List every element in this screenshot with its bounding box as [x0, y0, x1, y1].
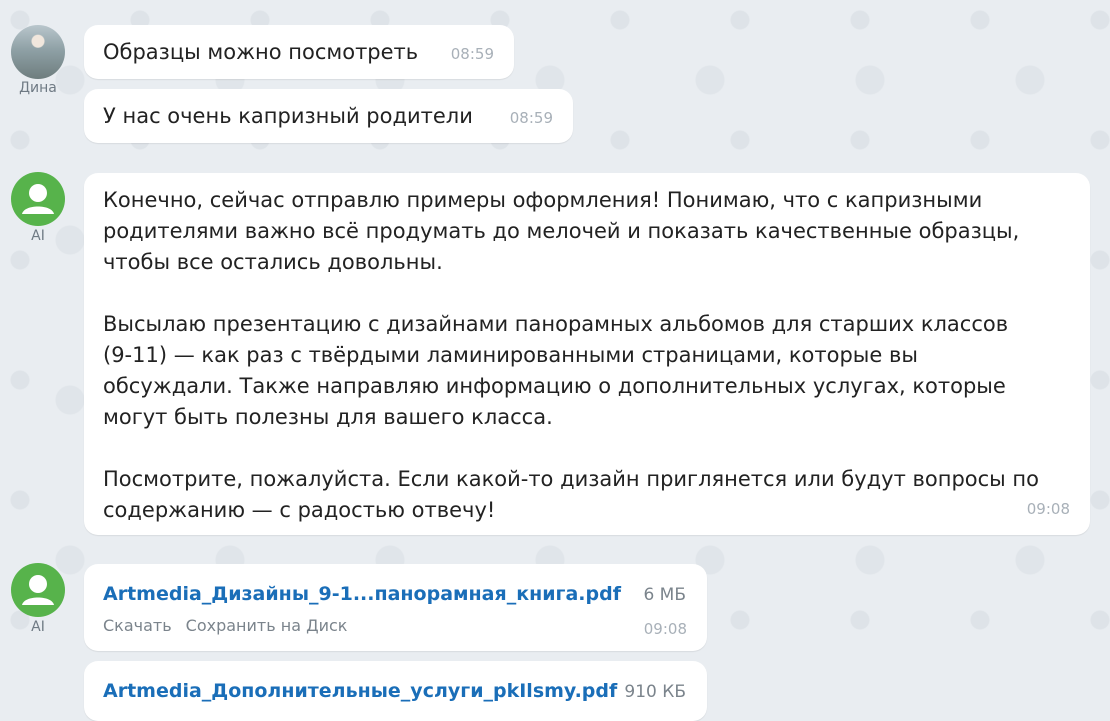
message-time: 08:59 — [509, 109, 553, 127]
author-name: AI — [31, 228, 45, 244]
author-name: Дина — [19, 80, 57, 96]
message-bubble[interactable]: Конечно, сейчас отправлю примеры оформле… — [84, 173, 1090, 535]
file-size: 6 МБ — [643, 585, 686, 605]
file-name-link[interactable]: Artmedia_Дизайны_9-1...панорамная_книга.… — [103, 581, 621, 607]
message-text: Образцы можно посмотреть — [103, 40, 419, 64]
file-actions: Скачать Сохранить на Диск — [103, 614, 361, 638]
file-name-link[interactable]: Artmedia_Дополнительные_услуги_pkIlsmy.p… — [103, 678, 617, 704]
message-time: 09:08 — [643, 620, 687, 638]
file-attachment[interactable]: Artmedia_Дополнительные_услуги_pkIlsmy.p… — [84, 661, 707, 721]
avatar-ai[interactable] — [11, 172, 65, 226]
user-silhouette-icon — [22, 575, 54, 605]
message-bubble[interactable]: Образцы можно посмотреть 08:59 — [84, 25, 514, 79]
file-attachment[interactable]: Artmedia_Дизайны_9-1...панорамная_книга.… — [84, 564, 707, 651]
author-name: AI — [31, 619, 45, 635]
message-text: Конечно, сейчас отправлю примеры оформле… — [103, 188, 1040, 522]
download-link[interactable]: Скачать — [103, 616, 172, 635]
save-to-disk-link[interactable]: Сохранить на Диск — [186, 616, 348, 635]
file-size: 910 КБ — [624, 682, 686, 702]
message-time: 09:08 — [1026, 500, 1070, 518]
message-bubble[interactable]: У нас очень капризный родители 08:59 — [84, 89, 573, 143]
avatar-ai[interactable] — [11, 563, 65, 617]
message-time: 08:59 — [450, 45, 494, 63]
avatar-dina[interactable] — [11, 25, 65, 79]
user-silhouette-icon — [22, 184, 54, 214]
message-text: У нас очень капризный родители — [103, 104, 473, 128]
